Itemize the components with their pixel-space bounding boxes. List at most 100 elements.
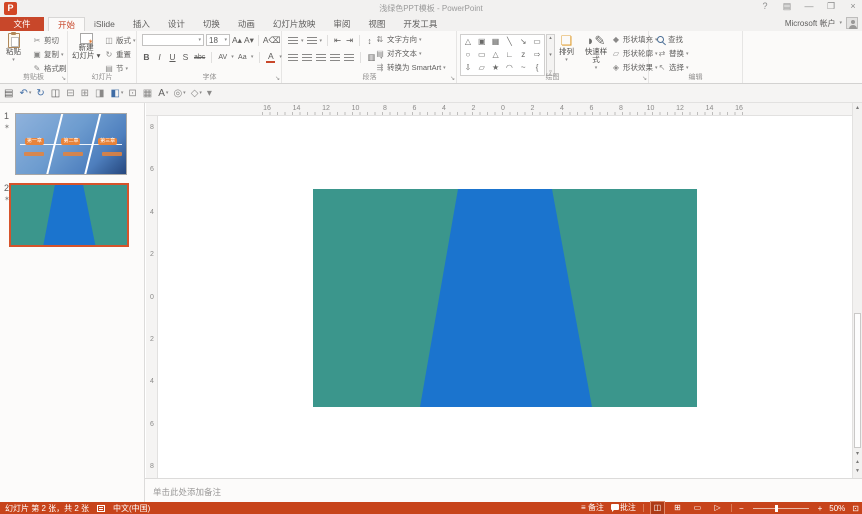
paste-button[interactable]: 粘贴 ▾ [6, 33, 21, 64]
font-name-combo[interactable]: ▾ [142, 34, 204, 46]
ribbon-tab[interactable]: 视图 [359, 17, 394, 31]
qat-button[interactable]: ◫ [51, 88, 61, 99]
scroll-down-icon[interactable]: ▾ [853, 450, 862, 457]
shape-icon[interactable]: △ [492, 51, 498, 59]
character-spacing-button[interactable]: A︎V [218, 54, 227, 61]
text-shadow-button[interactable]: S [181, 52, 190, 62]
find-button[interactable]: 查找 [657, 33, 689, 46]
align-text-button[interactable]: ▤ 对齐文本▾ [375, 47, 446, 60]
slideshow-button[interactable]: ▷ [711, 502, 724, 514]
ribbon-tab[interactable]: 设计 [159, 17, 194, 31]
qat-button[interactable]: ▤ [4, 88, 14, 99]
underline-button[interactable]: U [168, 52, 177, 62]
restore-icon[interactable]: ❐ [824, 1, 838, 12]
zoom-out-button[interactable]: − [739, 504, 744, 513]
numbering-icon[interactable] [307, 37, 317, 45]
qat-button[interactable]: ◎ ▾ [173, 88, 185, 99]
shape-icon[interactable]: ▦ [492, 38, 500, 46]
text-direction-button[interactable]: ⇅ 文字方向▾ [375, 33, 446, 46]
shape-icon[interactable]: ▭ [478, 51, 486, 59]
shape-icon[interactable]: ⇨ [534, 51, 541, 59]
shape-icon[interactable]: ↘ [520, 38, 527, 46]
arrange-button[interactable]: ❏ 排列 ▾ [559, 33, 574, 64]
notes-toggle-button[interactable]: ≡ 备注 [581, 502, 604, 514]
qat-button[interactable]: ⊡ [128, 88, 137, 99]
notes-placeholder[interactable]: 单击此处添加备注 [153, 486, 221, 498]
tab-file[interactable]: 文件 [0, 17, 44, 31]
green-rectangle-shape[interactable] [313, 189, 697, 407]
strikethrough-button[interactable]: abc [194, 54, 205, 61]
slide-canvas[interactable] [158, 116, 852, 478]
blue-trapezoid-shape[interactable] [313, 189, 697, 407]
normal-view-button[interactable]: ◫ [651, 502, 664, 514]
zoom-slider-thumb[interactable] [775, 505, 778, 512]
zoom-level[interactable]: 50% [829, 504, 845, 513]
replace-button[interactable]: ⇄ 替换▾ [657, 47, 689, 60]
reading-view-button[interactable]: ▭ [691, 502, 704, 514]
shape-icon[interactable]: ∟ [505, 51, 513, 59]
notes-pane[interactable]: 单击此处添加备注 [145, 478, 862, 502]
align-left-icon[interactable] [288, 54, 298, 62]
line-spacing-icon[interactable]: ↕ [365, 36, 374, 46]
horizontal-ruler[interactable]: 1614121086420246810121416 [146, 103, 852, 116]
clipboard-mini-button[interactable]: ✂ 剪切 [32, 34, 69, 47]
font-size-combo[interactable]: 18▾ [206, 34, 230, 46]
scroll-up-icon[interactable]: ▴ [853, 104, 862, 111]
scroll-up-icon[interactable]: ▴ [549, 35, 552, 41]
next-slide-icon[interactable]: ▼ [853, 468, 862, 474]
change-case-button[interactable]: Aa [238, 54, 247, 61]
comments-toggle-button[interactable]: 批注 [611, 502, 636, 514]
dialog-launcher-icon[interactable]: ↘ [61, 75, 66, 82]
ribbon-tab[interactable]: 切换 [194, 17, 229, 31]
shape-icon[interactable]: ▭ [533, 38, 541, 46]
italic-button[interactable]: I [155, 52, 164, 62]
decrease-indent-icon[interactable]: ⇤ [333, 35, 342, 46]
qat-button[interactable]: ▾ [207, 88, 213, 99]
slides-mini-button[interactable]: ◫ 版式 ▾ [104, 34, 136, 47]
bold-button[interactable]: B [142, 52, 151, 62]
qat-button[interactable]: ◧ ▾ [110, 88, 123, 99]
previous-slide-icon[interactable]: ▲ [853, 459, 862, 465]
increase-indent-icon[interactable]: ⇥ [345, 35, 354, 46]
minimize-icon[interactable]: — [802, 1, 816, 12]
shape-icon[interactable]: ○ [465, 51, 470, 59]
shape-icon[interactable]: z [521, 51, 525, 59]
ribbon-tab[interactable]: 插入 [124, 17, 159, 31]
scrollbar-thumb[interactable] [854, 313, 861, 448]
qat-button[interactable]: ◨ [95, 88, 105, 99]
ribbon-tab[interactable]: 开始 [48, 17, 85, 31]
shape-icon[interactable]: ╲ [507, 38, 512, 46]
shape-gallery-scrollbar[interactable]: ▴ ▾ ▿ [546, 34, 555, 76]
account-area[interactable]: Microsoft 帐户 ▾ [785, 17, 858, 29]
clear-formatting-button[interactable]: A⌫ [263, 35, 281, 46]
new-slide-button[interactable]: 新建 幻灯片 ▾ [72, 33, 100, 60]
align-center-icon[interactable] [302, 54, 312, 62]
quick-styles-button[interactable]: ◗✎ 快速样式 ▾ [583, 33, 609, 72]
language-indicator[interactable]: 中文(中国) [113, 503, 150, 514]
canvas-scrollbar[interactable]: ▴ ▾ ▲ ▼ [852, 103, 862, 478]
qat-button[interactable]: ◇ ▾ [191, 88, 202, 99]
ribbon-tab[interactable]: iSlide [85, 17, 124, 31]
slide-sorter-view-button[interactable]: ⊞ [671, 502, 684, 514]
bullets-icon[interactable] [288, 37, 298, 45]
qat-button[interactable]: ↻ [36, 88, 45, 99]
shape-icon[interactable]: △ [465, 38, 471, 46]
fit-to-window-icon[interactable]: ⊡ [852, 504, 859, 513]
qat-button[interactable]: A ▾ [158, 88, 168, 99]
close-icon[interactable]: × [846, 1, 860, 12]
qat-button[interactable]: ⊞ [81, 88, 90, 99]
dialog-launcher-icon[interactable]: ↘ [275, 75, 280, 82]
qat-button[interactable]: ▦ [143, 88, 153, 99]
qat-button[interactable]: ↶ ▾ [19, 88, 31, 99]
qat-button[interactable]: ⊟ [66, 88, 75, 99]
grow-font-button[interactable]: A▴ [232, 35, 242, 46]
scroll-down-icon[interactable]: ▾ [549, 52, 552, 58]
slides-mini-button[interactable]: ↻ 重置 [104, 48, 136, 61]
clipboard-mini-button[interactable]: ▣ 复制 ▾ [32, 48, 69, 61]
help-icon[interactable]: ? [758, 1, 772, 12]
ribbon-tab[interactable]: 动画 [229, 17, 264, 31]
spell-check-icon[interactable] [97, 505, 105, 512]
shape-icon[interactable]: ▣ [478, 38, 486, 46]
zoom-slider[interactable] [753, 508, 809, 509]
ribbon-display-options-icon[interactable]: ▤ [780, 1, 794, 12]
